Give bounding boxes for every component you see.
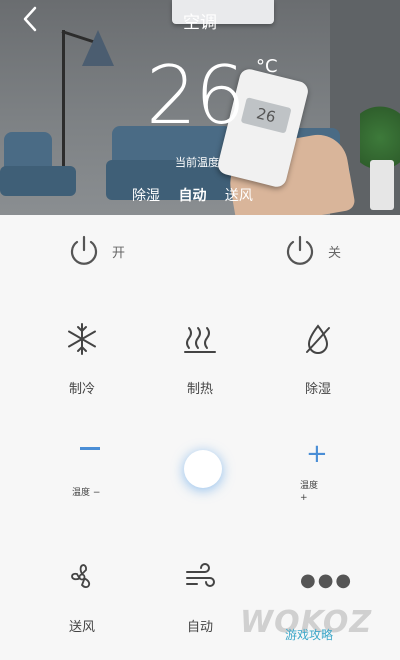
page-title: 空调 — [183, 13, 217, 33]
mode-auto-button[interactable]: 自动 — [160, 560, 240, 635]
droplet-slash-icon — [306, 324, 330, 354]
mode-auto-label: 自动 — [186, 620, 213, 635]
temperature-knob[interactable] — [184, 450, 222, 488]
power-icon — [286, 235, 314, 265]
mode-dehumid-label: 除湿 — [304, 382, 331, 397]
watermark-subtitle: 游戏攻略 — [285, 628, 334, 642]
power-icon — [70, 235, 98, 265]
temp-plus-label: 温度 + — [300, 480, 318, 504]
temp-minus-button[interactable] — [80, 447, 100, 450]
armchair-left — [0, 166, 76, 196]
hero-background: 26 空调 26 °C 当前温度 除湿 自动 送风 — [0, 0, 400, 215]
plant — [360, 90, 400, 170]
mode-cool-button[interactable]: 制冷 — [42, 322, 122, 397]
mode-fan-button[interactable]: 送风 — [42, 560, 122, 635]
heat-waves-icon — [184, 327, 216, 353]
mode-cool-label: 制冷 — [68, 382, 95, 397]
temperature-unit: °C — [256, 56, 278, 77]
temp-plus-button[interactable]: + — [306, 441, 328, 467]
mode-fan-indicator: 送风 — [224, 188, 253, 204]
power-on-button[interactable]: 开 — [66, 233, 125, 269]
current-temp-label: 当前温度 — [175, 156, 219, 169]
power-on-label: 开 — [112, 245, 126, 261]
power-off-button[interactable]: 关 — [282, 233, 341, 269]
fan-icon — [71, 564, 91, 589]
mode-row: 除湿 自动 送风 — [132, 185, 267, 205]
mode-heat-label: 制热 — [186, 382, 213, 397]
mode-auto-indicator: 自动 — [178, 188, 207, 204]
snowflake-icon — [68, 323, 96, 355]
mode-fan-label: 送风 — [68, 620, 95, 635]
temperature-display: 26 — [146, 49, 246, 142]
wind-icon — [186, 563, 215, 587]
more-icon[interactable]: ●●● — [300, 570, 353, 591]
temp-minus-label: 温度 − — [72, 488, 101, 498]
temp-plus-label-line2: + — [300, 493, 308, 503]
mode-dehumid-button[interactable]: 除湿 — [278, 322, 358, 397]
plant-pot — [370, 160, 394, 210]
remote-screen: 26 — [240, 97, 292, 134]
lamp-shade — [82, 30, 114, 66]
armchair-left-back — [4, 132, 52, 170]
mode-dehumid-indicator: 除湿 — [132, 188, 160, 204]
power-off-label: 关 — [328, 245, 342, 261]
temp-plus-label-line1: 温度 — [300, 481, 319, 491]
mode-heat-button[interactable]: 制热 — [160, 322, 240, 397]
